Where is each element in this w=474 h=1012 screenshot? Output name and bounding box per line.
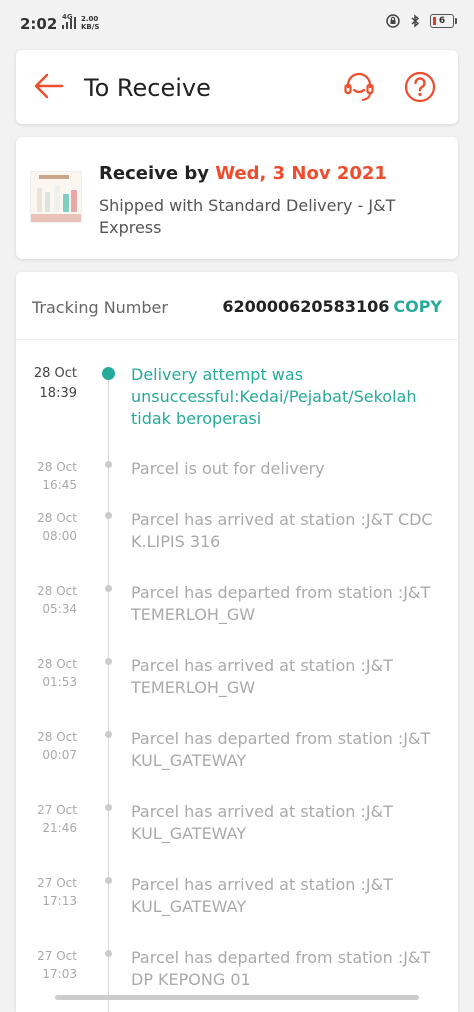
product-thumbnail [30,171,82,223]
event-description: Parcel has departed from station :J&T DP… [131,948,431,989]
receive-by-text: Receive by Wed, 3 Nov 2021 [99,163,387,184]
event-datetime: 28 Oct 18:39 [33,366,77,401]
event-datetime: 28 Oct 08:00 [37,511,77,543]
event-description: Parcel has departed from station :J&T TE… [131,583,431,624]
header-bar: To Receive [16,50,458,124]
shipping-method: Shipped with Standard Delivery - J&T Exp… [99,196,396,237]
timeline-dot [105,731,112,738]
network-speed: 2.00 KB/S [81,15,100,31]
timeline-dot [105,804,112,811]
tracking-number-value: 620000620583106 [222,297,390,316]
page-title: To Receive [84,74,211,102]
event-description: Parcel is out for delivery [131,459,325,478]
copy-button[interactable]: COPY [393,297,442,316]
timeline-dot [105,585,112,592]
help-icon[interactable] [403,70,437,104]
event-description: Parcel has arrived at station :J&T TEMER… [131,656,393,697]
network-type: 4G [62,13,73,21]
timeline-line [108,372,109,1012]
event-datetime: 28 Oct 01:53 [37,657,77,689]
status-bar: 2:02 4G 2.00 KB/S 6 [0,0,474,44]
event-datetime: 27 Oct 17:03 [37,949,77,981]
product-image [31,172,81,222]
timeline-dot-active [102,367,115,380]
timeline-dot [105,512,112,519]
event-description: Parcel has arrived at station :J&T CDC K… [131,510,433,551]
event-datetime: 28 Oct 05:34 [37,584,77,616]
delivery-info-card: Receive by Wed, 3 Nov 2021 Shipped with … [16,137,458,259]
tracking-number: 620000620583106 COPY [222,297,442,316]
receive-date: Wed, 3 Nov 2021 [215,163,387,184]
bluetooth-icon [411,14,420,28]
divider [16,339,458,340]
battery-icon: 6 [430,14,457,28]
event-description: Parcel has arrived at station :J&T KUL_G… [131,802,393,843]
back-arrow-icon[interactable] [34,72,64,100]
timeline-dot [105,950,112,957]
event-datetime: 27 Oct 21:46 [37,803,77,835]
event-description: Parcel has arrived at station :J&T KUL_G… [131,875,393,916]
clock: 2:02 [20,15,58,33]
timeline-dot [105,461,112,468]
event-datetime: 28 Oct 16:45 [37,460,77,492]
customer-support-icon[interactable] [342,70,376,104]
lock-rotation-icon [386,14,400,28]
event-description: Delivery attempt was unsuccessful:Kedai/… [131,365,417,428]
tracking-number-label: Tracking Number [32,298,168,317]
tracking-card: Tracking Number 620000620583106 COPY 28 O… [16,272,458,1012]
gesture-nav-bar[interactable] [55,995,419,1000]
event-description: Parcel has departed from station :J&T KU… [131,729,431,770]
timeline-dot [105,658,112,665]
event-datetime: 27 Oct 17:13 [37,876,77,908]
event-datetime: 28 Oct 00:07 [37,730,77,762]
timeline-dot [105,877,112,884]
